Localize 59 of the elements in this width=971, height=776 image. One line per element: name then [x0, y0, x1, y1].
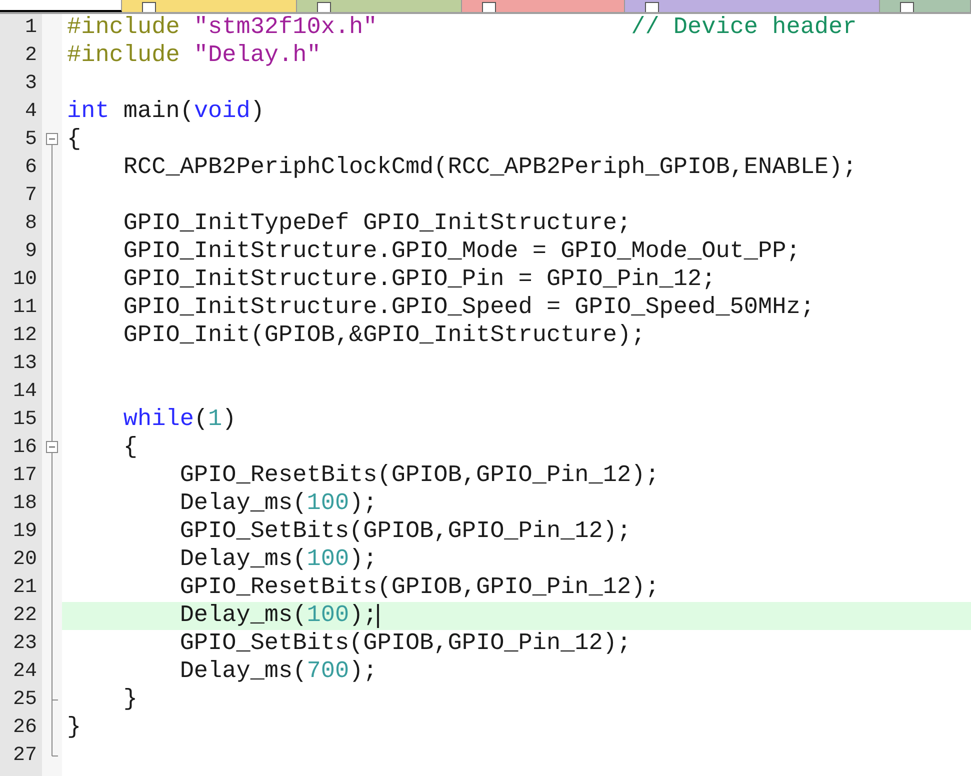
line-number: 24 [12, 659, 37, 685]
line-number: 7 [24, 183, 37, 209]
line-number: 14 [12, 379, 37, 405]
line-number: 20 [12, 547, 37, 573]
line-number: 19 [12, 519, 37, 545]
code-line: GPIO_SetBits(GPIOB,GPIO_Pin_12); [178, 518, 632, 546]
code-line: Delay_ms(100); [178, 490, 378, 518]
line-number: 3 [24, 71, 37, 97]
line-number: 2 [24, 43, 37, 69]
code-line: GPIO_InitTypeDef GPIO_InitStructure; [122, 210, 632, 238]
line-number: 15 [12, 407, 37, 433]
line-number: 27 [12, 743, 37, 769]
line-number: 12 [12, 323, 37, 349]
text-cursor [377, 604, 380, 628]
code-line: GPIO_Init(GPIOB,&GPIO_InitStructure); [122, 322, 646, 350]
line-number: 9 [24, 239, 37, 265]
code-line: } [67, 714, 82, 742]
code-line: { [67, 126, 82, 154]
code-line: Delay_ms(100); [178, 546, 378, 574]
code-line: GPIO_InitStructure.GPIO_Speed = GPIO_Speed_50MHz; [122, 294, 814, 322]
line-number: 4 [24, 99, 37, 125]
line-number: 6 [24, 155, 37, 181]
code-line: #include "Delay.h" [67, 42, 321, 70]
line-number: 23 [12, 631, 37, 657]
line-number: 11 [12, 295, 37, 321]
code-line: { [122, 434, 138, 462]
editor-tab[interactable] [880, 0, 971, 12]
code-line: GPIO_ResetBits(GPIOB,GPIO_Pin_12); [178, 462, 660, 490]
line-number: 13 [12, 351, 37, 377]
collapse-icon[interactable] [46, 441, 58, 453]
code-line: RCC_APB2PeriphClockCmd(RCC_APB2Periph_GPIOB,ENABLE); [122, 154, 857, 182]
line-number: 8 [24, 211, 37, 237]
code-line: GPIO_SetBits(GPIOB,GPIO_Pin_12); [178, 630, 632, 658]
code-line: Delay_ms(100); [178, 602, 378, 630]
file-icon [142, 2, 156, 12]
line-number: 17 [12, 463, 37, 489]
line-number: 25 [12, 687, 37, 713]
file-icon [317, 2, 331, 12]
file-icon [482, 2, 496, 12]
line-number: 5 [24, 127, 37, 153]
code-line: Delay_ms(700); [178, 658, 378, 686]
code-line: GPIO_ResetBits(GPIOB,GPIO_Pin_12); [178, 574, 660, 602]
code-line: GPIO_InitStructure.GPIO_Mode = GPIO_Mode_Out_PP; [122, 238, 800, 266]
line-number: 1 [24, 15, 37, 41]
code-line: while(1) [122, 406, 236, 434]
editor-tab[interactable] [0, 0, 122, 12]
collapse-icon[interactable] [46, 133, 58, 145]
code-line: #include "stm32f10x.h" // Device header [67, 14, 857, 42]
code-line: } [122, 686, 138, 714]
file-icon [645, 2, 659, 12]
code-line: GPIO_InitStructure.GPIO_Pin = GPIO_Pin_12; [122, 266, 716, 294]
line-number: 18 [12, 491, 37, 517]
line-number: 26 [12, 715, 37, 741]
line-number: 10 [12, 267, 37, 293]
line-number: 16 [12, 435, 37, 461]
file-icon [900, 2, 914, 12]
code-line: int main(void) [67, 98, 264, 126]
line-number: 21 [12, 575, 37, 601]
line-number: 22 [12, 603, 37, 629]
